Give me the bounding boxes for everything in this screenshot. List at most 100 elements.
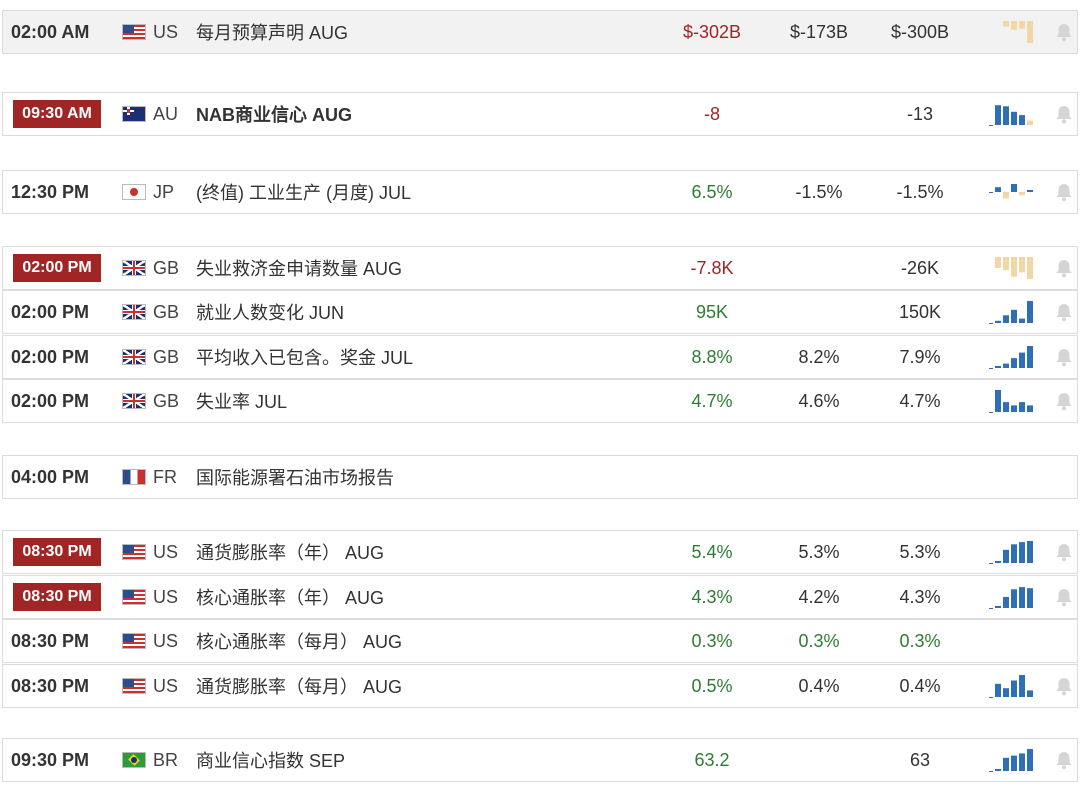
actual-value: 4.7% — [691, 390, 733, 411]
event-time: 09:30 PM — [11, 749, 90, 770]
trend-sparkline[interactable] — [989, 387, 1033, 415]
forecast-value: 4.6% — [798, 390, 840, 411]
event-row[interactable]: 02:00 PM GB 平均收入已包含。奖金 JUL 8.8% 8.2% 7.9% — [2, 335, 1078, 379]
bell-icon[interactable] — [1053, 257, 1075, 279]
event-name[interactable]: (终值) 工业生产 (月度) JUL — [196, 179, 411, 205]
trend-sparkline[interactable] — [989, 298, 1033, 326]
event-row[interactable]: 04:00 PM FR 国际能源署石油市场报告 — [2, 455, 1078, 499]
sparkline-bar — [1027, 541, 1033, 563]
sparkline-bar — [1027, 405, 1033, 412]
actual-value: 0.5% — [691, 675, 733, 696]
event-row[interactable]: 08:30 PM US 核心通胀率（年） AUG 4.3% 4.2% 4.3% — [2, 575, 1078, 619]
event-name[interactable]: 通货膨胀率（年） AUG — [196, 539, 384, 565]
country-code: AU — [153, 103, 179, 124]
sparkline-bar — [995, 257, 1001, 268]
sparkline-bar — [1027, 120, 1033, 125]
event-time: 08:30 PM — [11, 675, 90, 696]
event-time: 02:00 PM — [13, 254, 101, 282]
flag-gb-icon — [122, 260, 146, 276]
event-row[interactable]: 09:30 PM BR 商业信心指数 SEP 63.2 63 — [2, 738, 1078, 782]
event-time: 04:00 PM — [11, 466, 90, 487]
event-row[interactable]: 02:00 AM US 每月预算声明 AUG $-302B $-173B $-300B — [2, 10, 1078, 54]
forecast-value: 4.2% — [798, 586, 840, 607]
event-time: 08:30 PM — [13, 538, 101, 566]
previous-value: 63 — [909, 749, 931, 770]
event-time: 09:30 AM — [13, 100, 101, 128]
actual-value: 0.3% — [691, 630, 733, 651]
bell-icon[interactable] — [1053, 21, 1075, 43]
sparkline-baseline — [989, 412, 993, 413]
event-name[interactable]: 国际能源署石油市场报告 — [196, 464, 394, 490]
trend-sparkline[interactable] — [989, 746, 1033, 774]
sparkline-bar — [1011, 544, 1017, 563]
actual-value: $-302B — [682, 21, 742, 42]
event-row[interactable]: 08:30 PM US 通货膨胀率（年） AUG 5.4% 5.3% 5.3% — [2, 530, 1078, 574]
bell-icon[interactable] — [1053, 346, 1075, 368]
previous-value: $-300B — [890, 21, 950, 42]
bell-icon[interactable] — [1053, 675, 1075, 697]
flag-gb-icon — [122, 393, 146, 409]
event-row[interactable]: 02:00 PM GB 失业率 JUL 4.7% 4.6% 4.7% — [2, 379, 1078, 423]
flag-gb-icon — [122, 304, 146, 320]
event-row[interactable]: 02:00 PM GB 就业人数变化 JUN 95K 150K — [2, 290, 1078, 334]
flag-us-icon — [122, 24, 146, 40]
sparkline-bar — [1011, 21, 1017, 30]
event-name[interactable]: NAB商业信心 AUG — [196, 101, 352, 127]
event-name[interactable]: 通货膨胀率（每月） AUG — [196, 673, 402, 699]
bell-icon[interactable] — [1053, 390, 1075, 412]
event-name[interactable]: 失业率 JUL — [196, 388, 287, 414]
country-code: US — [153, 541, 179, 562]
event-name[interactable]: 商业信心指数 SEP — [196, 747, 345, 773]
bell-icon[interactable] — [1053, 749, 1075, 771]
trend-sparkline[interactable] — [989, 672, 1033, 700]
sparkline-bar — [1003, 402, 1009, 412]
event-row[interactable]: 02:00 PM GB 失业救济金申请数量 AUG -7.8K -26K — [2, 246, 1078, 290]
event-row[interactable]: 12:30 PM JP (终值) 工业生产 (月度) JUL 6.5% -1.5% -1.… — [2, 170, 1078, 214]
bell-icon[interactable] — [1053, 541, 1075, 563]
sparkline-bar — [995, 105, 1001, 125]
sparkline-bar — [1003, 688, 1009, 697]
bell-icon[interactable] — [1053, 181, 1075, 203]
trend-sparkline[interactable] — [989, 343, 1033, 371]
actual-value: 63.2 — [694, 749, 730, 770]
bell-icon[interactable] — [1053, 103, 1075, 125]
actual-value: 4.3% — [691, 586, 733, 607]
actual-value: 5.4% — [691, 541, 733, 562]
sparkline-baseline — [989, 323, 993, 324]
trend-sparkline[interactable] — [989, 583, 1033, 611]
sparkline-bar — [1003, 106, 1009, 125]
trend-sparkline[interactable] — [989, 538, 1033, 566]
event-name[interactable]: 就业人数变化 JUN — [196, 299, 344, 325]
previous-value: 150K — [898, 301, 942, 322]
flag-au-icon — [122, 106, 146, 122]
flag-us-icon — [122, 678, 146, 694]
sparkline-bar — [995, 606, 1001, 608]
trend-sparkline[interactable] — [989, 100, 1033, 128]
sparkline-bar — [1011, 111, 1017, 125]
sparkline-baseline — [989, 771, 993, 772]
previous-value: -26K — [900, 257, 940, 278]
sparkline-bar — [1003, 315, 1009, 323]
event-row[interactable]: 08:30 PM US 核心通胀率（每月） AUG 0.3% 0.3% 0.3% — [2, 619, 1078, 663]
event-time: 12:30 PM — [11, 181, 90, 202]
event-name[interactable]: 核心通胀率（每月） AUG — [196, 628, 402, 654]
bell-icon[interactable] — [1053, 301, 1075, 323]
event-name[interactable]: 每月预算声明 AUG — [196, 19, 348, 45]
country-code: FR — [153, 466, 177, 487]
actual-value: 95K — [695, 301, 729, 322]
event-time: 02:00 AM — [11, 21, 90, 42]
trend-sparkline[interactable] — [989, 254, 1033, 282]
sparkline-bar — [1011, 358, 1017, 368]
bell-icon[interactable] — [1053, 586, 1075, 608]
event-name[interactable]: 核心通胀率（年） AUG — [196, 584, 384, 610]
trend-sparkline[interactable] — [989, 18, 1033, 46]
event-row[interactable]: 09:30 AM AU NAB商业信心 AUG -8 -13 — [2, 92, 1078, 136]
country-code: GB — [153, 257, 180, 278]
event-row[interactable]: 08:30 PM US 通货膨胀率（每月） AUG 0.5% 0.4% 0.4% — [2, 664, 1078, 708]
country-code: JP — [153, 181, 175, 202]
event-name[interactable]: 平均收入已包含。奖金 JUL — [196, 344, 413, 370]
sparkline-baseline — [989, 368, 993, 369]
event-name[interactable]: 失业救济金申请数量 AUG — [196, 255, 402, 281]
sparkline-bar — [1011, 184, 1017, 192]
trend-sparkline[interactable] — [989, 178, 1033, 206]
